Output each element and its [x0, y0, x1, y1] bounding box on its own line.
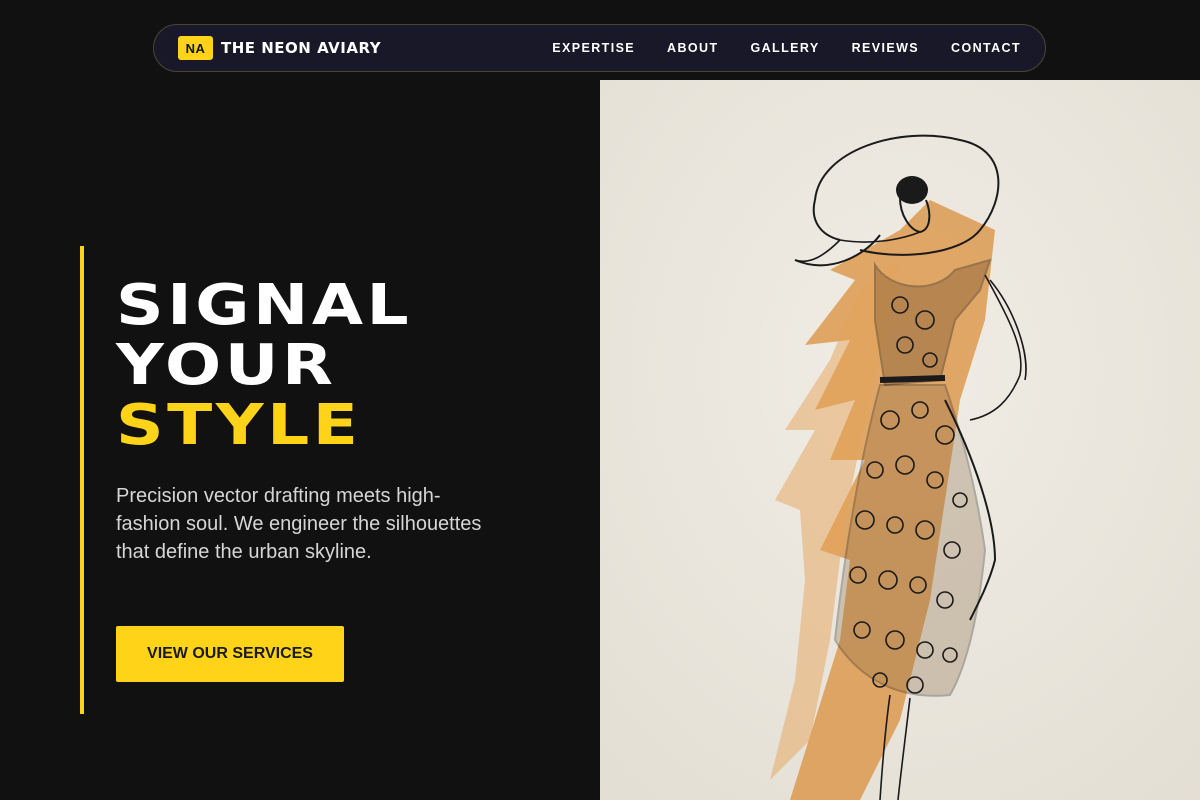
nav-link-reviews[interactable]: REVIEWS — [852, 41, 919, 55]
nav-link-contact[interactable]: CONTACT — [951, 41, 1021, 55]
brand-logo[interactable]: NA THE NEON AVIARY — [178, 36, 381, 60]
fashion-sketch-image — [600, 80, 1200, 800]
brand-badge: NA — [178, 36, 213, 60]
top-nav: NA THE NEON AVIARY EXPERTISE ABOUT GALLE… — [153, 24, 1046, 72]
headline-line-2: YOUR — [116, 333, 337, 398]
hero-fashion-illustration — [600, 80, 1200, 800]
nav-link-about[interactable]: ABOUT — [667, 41, 718, 55]
hero-lead-text: Precision vector drafting meets high-fas… — [116, 485, 482, 563]
nav-link-expertise[interactable]: EXPERTISE — [552, 41, 635, 55]
headline-highlight: STYLE — [116, 393, 362, 458]
hero-headline: SIGNAL YOUR STYLE — [116, 276, 412, 456]
brand-name: THE NEON AVIARY — [221, 39, 382, 57]
headline-line-1: SIGNAL — [116, 273, 413, 338]
accent-bar — [80, 246, 84, 714]
nav-link-gallery[interactable]: GALLERY — [751, 41, 820, 55]
view-services-button[interactable]: VIEW OUR SERVICES — [116, 626, 344, 682]
nav-menu: EXPERTISE ABOUT GALLERY REVIEWS CONTACT — [552, 41, 1021, 55]
